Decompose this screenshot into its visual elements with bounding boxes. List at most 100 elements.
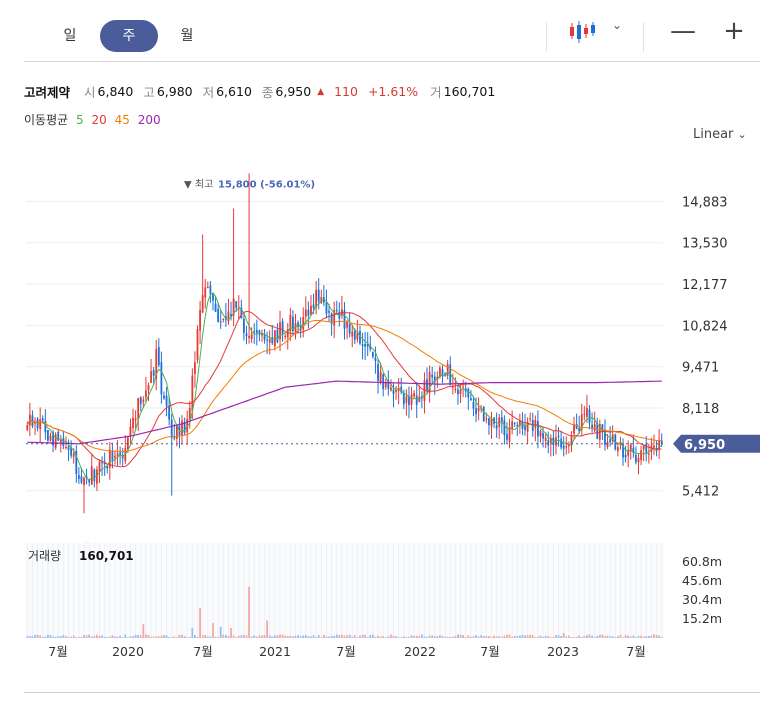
candle-body <box>134 418 137 421</box>
candle-body <box>93 469 96 482</box>
volume-bar <box>439 635 441 638</box>
candle-body <box>145 390 147 397</box>
volume-bar <box>67 636 70 638</box>
volume-bar <box>317 635 320 638</box>
volume-bar <box>70 636 73 638</box>
candle-body <box>255 330 258 333</box>
candle-body <box>624 454 627 458</box>
volume-bar <box>405 636 408 638</box>
candle-body <box>542 433 544 439</box>
candle-body <box>209 285 212 294</box>
volume-bar <box>139 635 142 638</box>
candle-body <box>212 294 214 301</box>
candle-body <box>379 371 382 383</box>
volume-bar <box>108 636 111 638</box>
volume-bar <box>353 635 356 638</box>
volume-bar <box>477 636 480 638</box>
volume-bar <box>106 636 109 638</box>
candle-body <box>395 390 397 392</box>
volume-bar <box>655 635 658 638</box>
volume-bar <box>544 635 547 638</box>
volume-bar <box>188 636 191 638</box>
candle-body <box>49 435 52 441</box>
candle-body <box>637 458 640 463</box>
volume-bar <box>307 636 310 638</box>
candle-body <box>573 424 575 434</box>
volume-bar <box>330 635 333 638</box>
volume-bar <box>83 635 85 638</box>
price-chart[interactable]: 14,883 13,530 12,177 10,824 9,471 8,118 5,412 6… <box>0 0 773 720</box>
volume-bar <box>276 635 279 638</box>
candle-body <box>415 395 418 405</box>
volume-bar <box>186 637 189 638</box>
candle-body <box>150 371 152 383</box>
volume-bar <box>292 636 294 638</box>
candle-body <box>271 337 274 344</box>
candle-body <box>142 399 145 402</box>
candle-body <box>163 395 165 399</box>
volume-bar <box>444 636 446 638</box>
volume-bar <box>173 636 176 638</box>
candle-body <box>485 418 488 420</box>
candle-body <box>80 476 83 483</box>
ma-45-line <box>26 319 662 453</box>
volume-bar <box>322 634 325 638</box>
volume-bar <box>531 635 534 638</box>
volume-bar <box>467 635 470 638</box>
volume-bar <box>152 636 155 638</box>
volume-bar <box>217 636 220 638</box>
candle-body <box>168 406 171 420</box>
x-axis-label: 7월 <box>48 644 67 659</box>
volume-bar <box>325 636 328 638</box>
candle-body <box>196 329 199 360</box>
volume-bar <box>39 635 42 638</box>
volume-bar <box>201 635 204 638</box>
volume-bar <box>96 634 98 638</box>
volume-bar <box>250 636 253 638</box>
volume-bar <box>258 635 261 638</box>
volume-bar <box>77 636 80 638</box>
candle-body <box>640 450 642 461</box>
candle-body <box>467 388 470 398</box>
candle-body <box>47 430 49 441</box>
volume-bar <box>137 635 140 638</box>
candle-body <box>606 442 609 447</box>
volume-bar <box>132 636 134 638</box>
volume-bar <box>395 636 397 638</box>
candle-body <box>653 445 655 448</box>
volume-bar <box>482 636 485 638</box>
volume-bar <box>462 635 465 638</box>
candle-body <box>243 318 245 333</box>
volume-bar <box>506 634 508 638</box>
candle-body <box>147 385 150 391</box>
candle-body <box>152 370 155 376</box>
volume-bar <box>377 635 379 638</box>
volume-bar <box>642 636 645 638</box>
candle-body <box>560 438 563 448</box>
x-axis-label: 2020 <box>112 644 144 659</box>
volume-bar <box>232 635 235 638</box>
volume-bar <box>426 636 428 638</box>
volume-bar <box>235 637 238 638</box>
volume-bar <box>284 635 287 638</box>
volume-bar <box>580 637 583 638</box>
price-tick-label: 8,118 <box>682 402 719 417</box>
volume-bar <box>116 636 119 638</box>
volume-bar <box>632 635 635 638</box>
candle-body <box>67 446 70 451</box>
x-axis-label: 7월 <box>480 644 499 659</box>
volume-bar <box>196 636 199 638</box>
candle-body <box>588 409 591 424</box>
volume-bar <box>500 636 503 638</box>
volume-bar <box>168 637 171 638</box>
candle-body <box>616 447 619 452</box>
candle-body <box>302 317 305 330</box>
candles <box>26 173 663 514</box>
volume-bar <box>41 636 44 638</box>
volume-bar <box>619 634 622 638</box>
price-tick-label: 12,177 <box>682 278 728 293</box>
volume-bar <box>616 636 619 638</box>
volume-bar <box>586 635 588 638</box>
volume-tick-label: 45.6m <box>682 573 722 588</box>
volume-bar <box>567 635 570 638</box>
